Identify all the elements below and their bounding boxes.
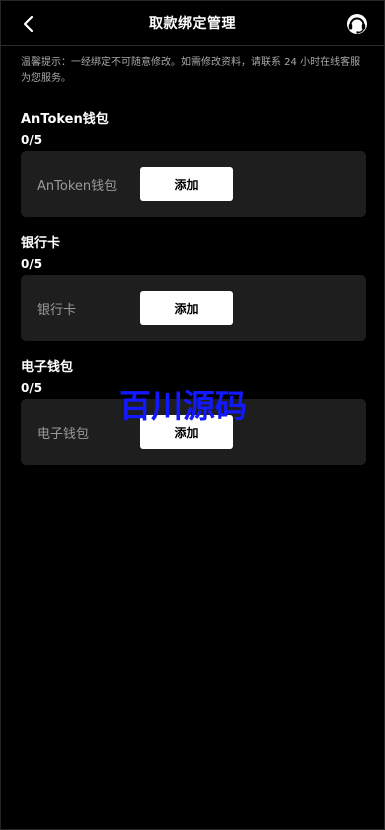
add-antoken-wallet-button[interactable]: 添加 xyxy=(140,167,233,201)
card-label: 银行卡 xyxy=(37,303,77,318)
section-e-wallet: 电子钱包 0/5 电子钱包 添加 xyxy=(21,359,366,465)
binding-card: 银行卡 添加 xyxy=(21,275,366,341)
section-count: 0/5 xyxy=(21,381,43,395)
section-title: AnToken钱包 xyxy=(21,112,109,127)
header: 取款绑定管理 xyxy=(1,1,384,46)
section-bank-card: 银行卡 0/5 银行卡 添加 xyxy=(21,235,366,341)
section-antoken-wallet: AnToken钱包 0/5 AnToken钱包 添加 xyxy=(21,111,366,217)
notice-text: 温馨提示：一经绑定不可随意修改。如需修改资料，请联系 24 小时在线客服为您服务… xyxy=(21,57,361,84)
app-frame: 取款绑定管理 温馨提示：一经绑定不可随意修改。如需修改资料，请联系 24 小时在… xyxy=(0,0,385,830)
add-e-wallet-button[interactable]: 添加 xyxy=(140,415,233,449)
binding-card: AnToken钱包 添加 xyxy=(21,151,366,217)
section-count: 0/5 xyxy=(21,257,43,271)
card-label: 电子钱包 xyxy=(37,427,90,442)
card-label: AnToken钱包 xyxy=(37,179,118,194)
customer-service-button[interactable] xyxy=(344,11,370,37)
headset-icon xyxy=(347,14,367,34)
section-title: 电子钱包 xyxy=(21,360,74,375)
binding-card: 电子钱包 添加 xyxy=(21,399,366,465)
page-title: 取款绑定管理 xyxy=(149,16,236,32)
section-title: 银行卡 xyxy=(21,236,61,251)
section-count: 0/5 xyxy=(21,133,43,147)
add-bank-card-button[interactable]: 添加 xyxy=(140,291,233,325)
